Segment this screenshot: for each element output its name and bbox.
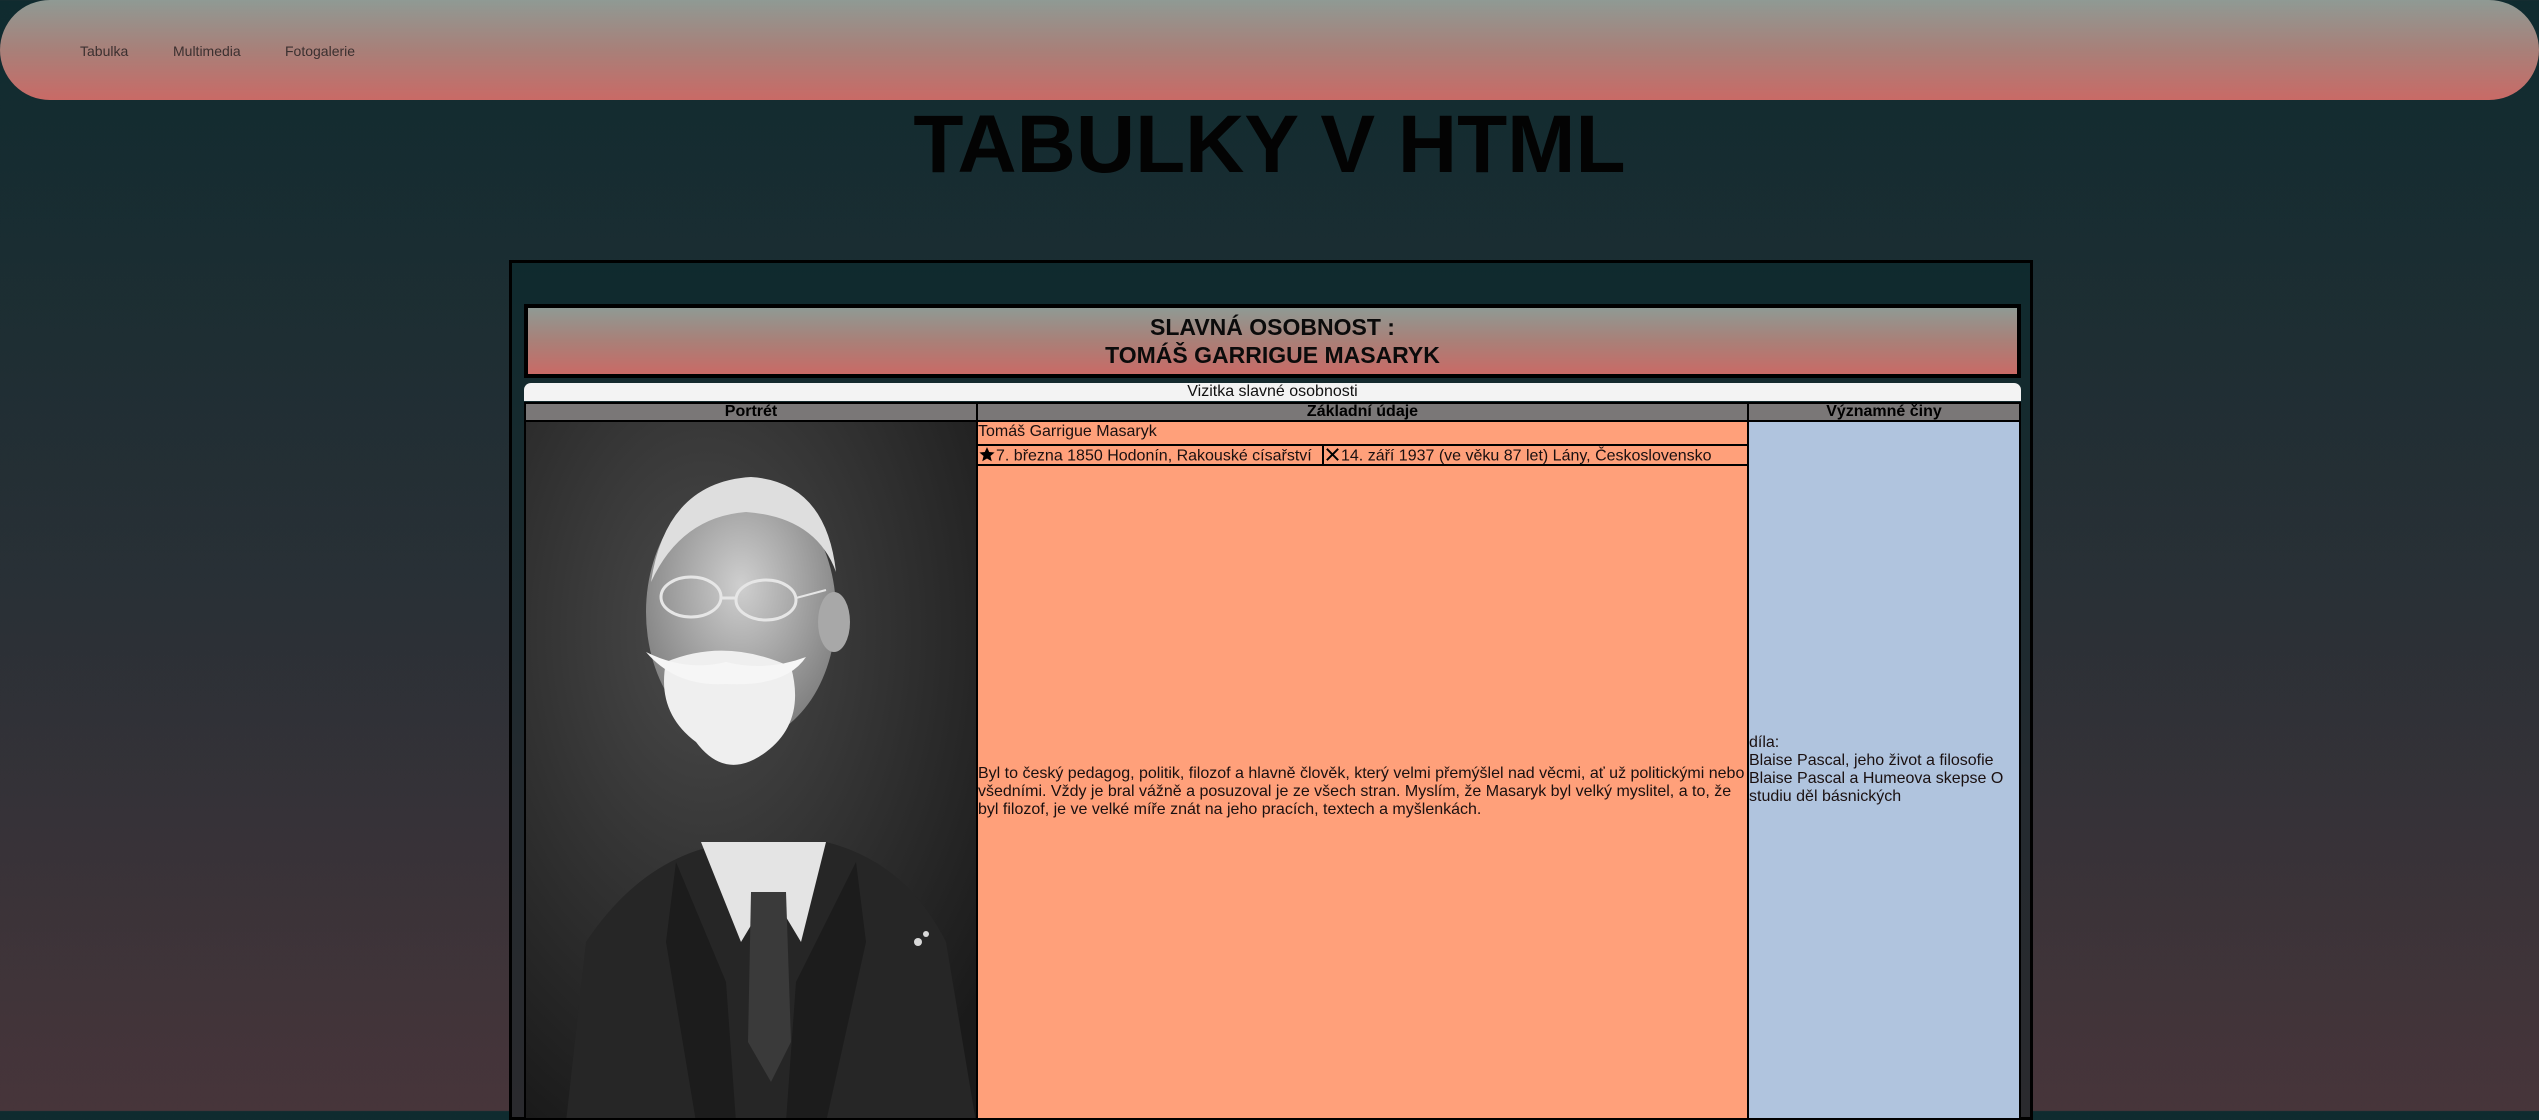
name-cell: Tomáš Garrigue Masaryk xyxy=(976,420,1749,446)
nav-link-tabulka[interactable]: Tabulka xyxy=(80,43,128,59)
banner-heading: SLAVNÁ OSOBNOST : xyxy=(1150,314,1395,340)
person-name: Tomáš Garrigue Masaryk xyxy=(978,423,1157,440)
birth-info: 7. března 1850 Hodonín, Rakouské císařst… xyxy=(996,447,1312,465)
nav-bar: Tabulka Multimedia Fotogalerie xyxy=(0,0,2539,100)
person-banner: SLAVNÁ OSOBNOST : TOMÁŠ GARRIGUE MASARYK xyxy=(524,304,2021,378)
bio-cell: Byl to český pedagog, politik, filozof a… xyxy=(976,464,1749,1120)
nav-link-multimedia[interactable]: Multimedia xyxy=(173,43,241,59)
banner-person-name: TOMÁŠ GARRIGUE MASARYK xyxy=(1105,342,1440,368)
biography-text: Byl to český pedagog, politik, filozof a… xyxy=(978,765,1745,818)
star-icon xyxy=(978,446,996,464)
portrait-cell xyxy=(524,420,978,1120)
achievements-cell: díla: Blaise Pascal, jeho život a filoso… xyxy=(1747,420,2021,1120)
table-caption: Vizitka slavné osobnosti xyxy=(524,383,2021,401)
page-title: TABULKY V HTML xyxy=(913,99,1626,190)
header-achievements: Významné činy xyxy=(1747,402,2021,422)
header-basic-info: Základní údaje xyxy=(976,402,1749,422)
birth-cell: 7. března 1850 Hodonín, Rakouské císařst… xyxy=(976,444,1324,466)
death-cell: 14. září 1937 (ve věku 87 let) Lány, Čes… xyxy=(1322,444,1749,466)
header-portrait: Portrét xyxy=(524,402,978,422)
cross-icon xyxy=(1324,446,1341,464)
works-label: díla: xyxy=(1749,734,1780,751)
nav-link-fotogalerie[interactable]: Fotogalerie xyxy=(285,43,355,59)
work-item: Blaise Pascal, jeho život a filosofie xyxy=(1749,752,1994,769)
works-list: díla: Blaise Pascal, jeho život a filoso… xyxy=(1749,734,2019,806)
death-info: 14. září 1937 (ve věku 87 let) Lány, Čes… xyxy=(1341,447,1712,465)
portrait-image xyxy=(526,422,976,1118)
work-item: Blaise Pascal a Humeova skepse O studiu … xyxy=(1749,770,2004,805)
